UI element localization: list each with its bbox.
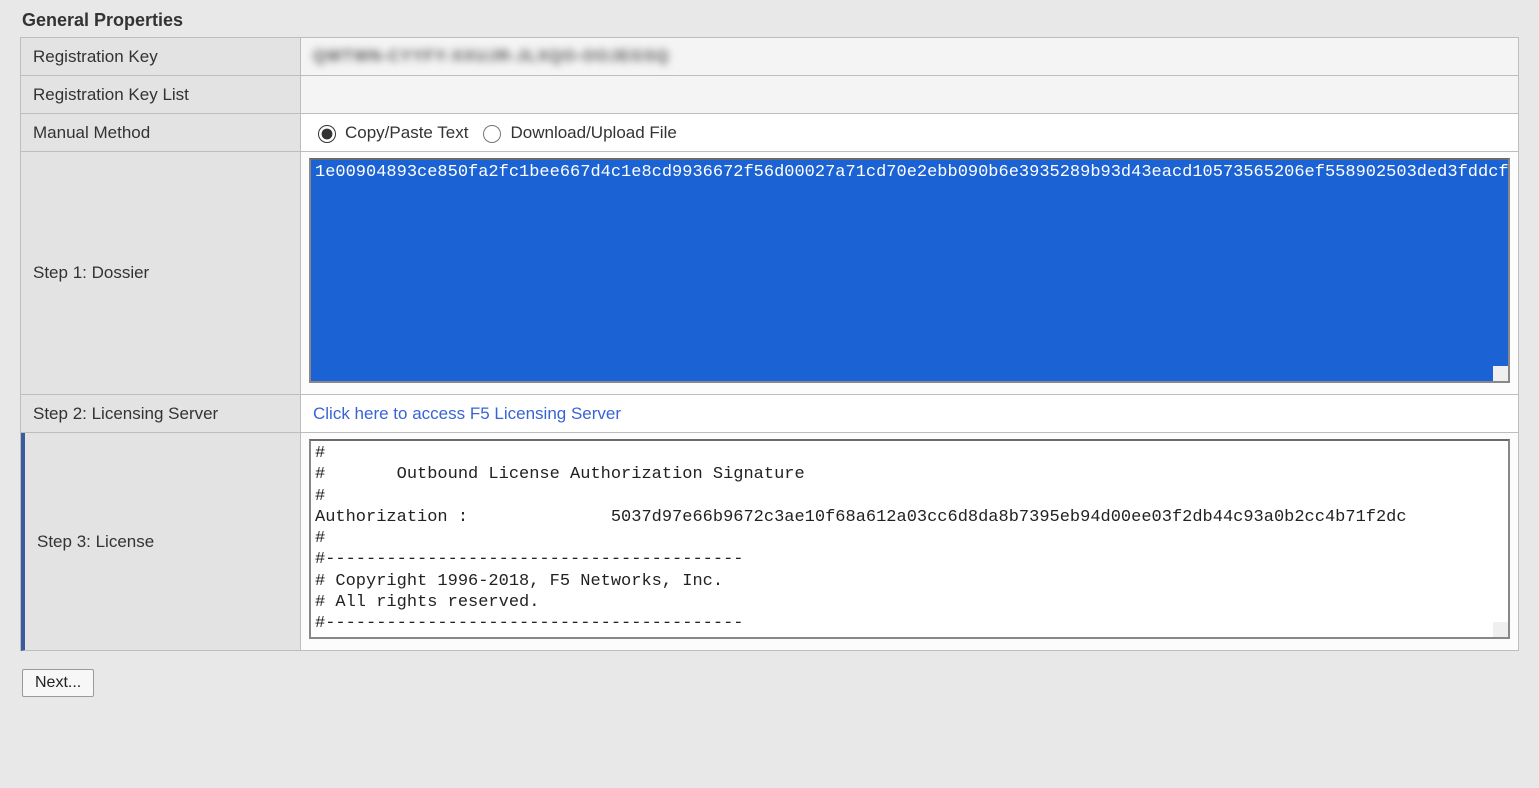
next-button[interactable]: Next... bbox=[22, 669, 94, 697]
label-step1: Step 1: Dossier bbox=[21, 152, 301, 394]
value-registration-key-list bbox=[301, 76, 1518, 113]
label-registration-key: Registration Key bbox=[21, 38, 301, 75]
row-registration-key: Registration Key QWTWN-CYYFY-XXUJR-JLXQO… bbox=[21, 38, 1518, 76]
registration-key-text: QWTWN-CYYFY-XXUJR-JLXQO-OOJEGSQ bbox=[313, 48, 669, 66]
label-step2: Step 2: Licensing Server bbox=[21, 395, 301, 432]
dossier-textarea[interactable] bbox=[309, 158, 1510, 383]
radio-download-upload-text: Download/Upload File bbox=[510, 123, 676, 143]
page-title: General Properties bbox=[22, 10, 1519, 31]
row-step2-licensing-server: Step 2: Licensing Server Click here to a… bbox=[21, 395, 1518, 433]
row-registration-key-list: Registration Key List bbox=[21, 76, 1518, 114]
radio-download-upload[interactable] bbox=[483, 125, 501, 143]
row-step1-dossier: Step 1: Dossier bbox=[21, 152, 1518, 395]
radio-copy-paste[interactable] bbox=[318, 125, 336, 143]
value-step2: Click here to access F5 Licensing Server bbox=[301, 395, 1518, 432]
value-registration-key: QWTWN-CYYFY-XXUJR-JLXQO-OOJEGSQ bbox=[301, 38, 1518, 75]
row-step3-license: Step 3: License bbox=[21, 433, 1518, 651]
manual-method-radio-group: Copy/Paste Text Download/Upload File bbox=[313, 122, 683, 143]
radio-copy-paste-label[interactable]: Copy/Paste Text bbox=[313, 122, 468, 143]
radio-copy-paste-text: Copy/Paste Text bbox=[345, 123, 468, 143]
value-manual-method: Copy/Paste Text Download/Upload File bbox=[301, 114, 1518, 151]
radio-download-upload-label[interactable]: Download/Upload File bbox=[478, 122, 676, 143]
label-manual-method: Manual Method bbox=[21, 114, 301, 151]
row-manual-method: Manual Method Copy/Paste Text Download/U… bbox=[21, 114, 1518, 152]
properties-panel: Registration Key QWTWN-CYYFY-XXUJR-JLXQO… bbox=[20, 37, 1519, 651]
step1-textarea-wrap bbox=[301, 152, 1518, 394]
label-registration-key-list: Registration Key List bbox=[21, 76, 301, 113]
step3-textarea-wrap bbox=[301, 433, 1518, 650]
label-step3: Step 3: License bbox=[25, 433, 301, 650]
license-textarea[interactable] bbox=[309, 439, 1510, 639]
licensing-server-link[interactable]: Click here to access F5 Licensing Server bbox=[313, 404, 621, 424]
